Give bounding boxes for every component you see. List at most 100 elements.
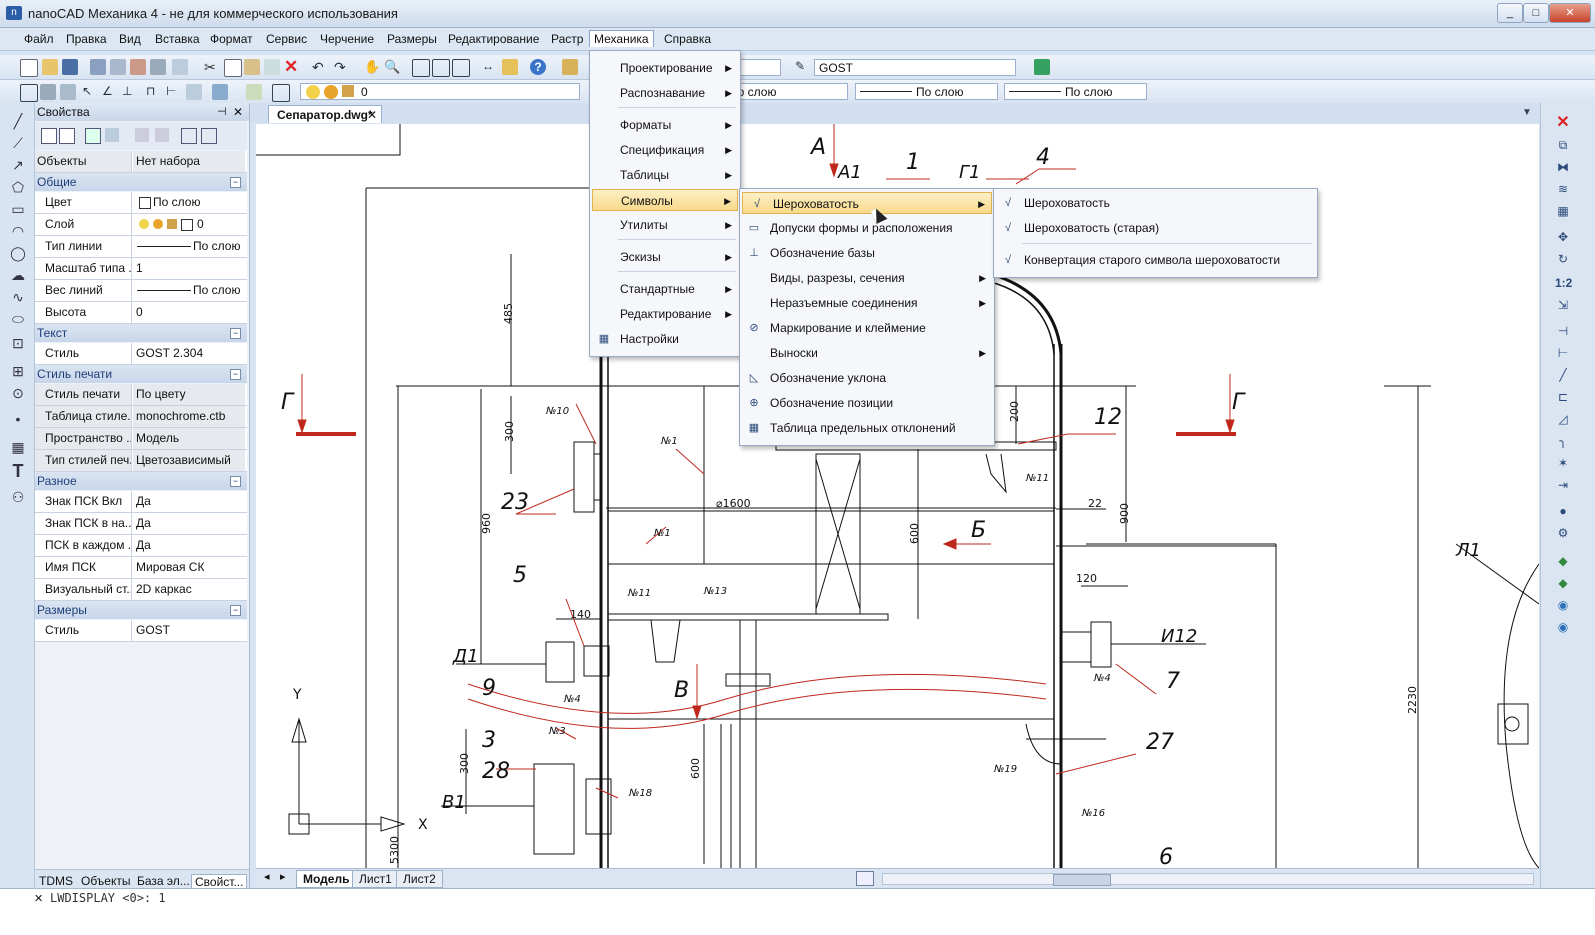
prop-row[interactable]: Тип стилей печ... Цветозависимый xyxy=(35,450,247,472)
layer-copy-icon[interactable] xyxy=(272,84,290,102)
tab-close-icon[interactable]: ✕ xyxy=(367,106,377,124)
quick-select-icon[interactable] xyxy=(85,128,101,144)
tab-sheet2[interactable]: Лист2 xyxy=(396,870,443,888)
join-icon[interactable]: ⊏ xyxy=(1555,389,1571,405)
menu-roughness[interactable]: √ Шероховатость ▶ xyxy=(742,192,992,214)
layer-props-icon[interactable] xyxy=(20,84,38,102)
prop-value[interactable]: 0 xyxy=(133,302,245,323)
prop-row[interactable]: Масштаб типа ... 1 xyxy=(35,258,247,280)
mirror-icon[interactable]: ⧓ xyxy=(1555,159,1571,175)
chamfer-icon[interactable]: ◿ xyxy=(1555,411,1571,427)
collapse-icon[interactable]: − xyxy=(230,177,241,188)
pin-icon[interactable]: ⊣ xyxy=(217,103,227,121)
globe-icon[interactable]: ◉ xyxy=(1555,597,1571,613)
tab-sheet1[interactable]: Лист1 xyxy=(352,870,399,888)
zoom-previous-icon[interactable] xyxy=(452,59,470,77)
prop-row[interactable]: Вес линий По слою xyxy=(35,280,247,302)
copy-object-icon[interactable]: ⧉ xyxy=(1555,137,1571,153)
menu-permanent-joints[interactable]: Неразъемные соединения ▶ xyxy=(740,292,992,314)
erase-icon[interactable]: ✕ xyxy=(1555,115,1571,131)
menu-file[interactable]: Файл xyxy=(20,31,58,47)
tab-next-icon[interactable]: ▸ xyxy=(280,870,286,883)
tab-tdms[interactable]: TDMS xyxy=(39,874,73,888)
menu-utilities[interactable]: Утилиты ▶ xyxy=(590,214,738,236)
break-icon[interactable]: ╱ xyxy=(1555,367,1571,383)
unisolate-icon[interactable]: ⊥ xyxy=(122,84,138,100)
rectangle-icon[interactable]: ▭ xyxy=(10,201,26,217)
menu-roughness-convert[interactable]: √ Конвертация старого символа шероховатос… xyxy=(994,249,1315,271)
cmdline-close-icon[interactable]: ✕ xyxy=(34,892,43,905)
menu-tables[interactable]: Таблицы ▶ xyxy=(590,164,738,186)
zoom-extents-icon[interactable] xyxy=(432,59,450,77)
layout-grid-icon[interactable] xyxy=(856,871,874,886)
menu-tolerances[interactable]: ▭ Допуски формы и расположения xyxy=(740,217,992,239)
menu-datum[interactable]: ⊥ Обозначение базы xyxy=(740,242,992,264)
layer-walk-icon[interactable] xyxy=(186,84,202,100)
category-misc[interactable]: Разное − xyxy=(35,472,247,490)
tabs-dropdown-icon[interactable]: ▼ xyxy=(1522,107,1532,118)
pan-icon[interactable]: ✋ xyxy=(364,59,380,75)
fillet-icon[interactable]: ╮ xyxy=(1555,433,1571,449)
menu-format[interactable]: Формат xyxy=(206,31,257,47)
menu-symbols[interactable]: Символы ▶ xyxy=(592,189,738,211)
color-dropdown[interactable]: По слою xyxy=(726,83,848,100)
prop-value[interactable]: По цвету xyxy=(133,384,245,405)
prop-value[interactable]: monochrome.ctb xyxy=(133,406,245,427)
menu-roughness-new[interactable]: √ Шероховатость xyxy=(994,192,1315,214)
extend-icon[interactable]: ⊢ xyxy=(1555,345,1571,361)
undo-icon[interactable]: ↶ xyxy=(312,59,328,75)
move-icon[interactable]: ✥ xyxy=(1555,229,1571,245)
export-icon[interactable] xyxy=(172,59,188,75)
menu-slope[interactable]: ◺ Обозначение уклона xyxy=(740,367,992,389)
delete-icon[interactable]: ✕ xyxy=(284,58,300,75)
prop-row[interactable]: Знак ПСК Вкл Да xyxy=(35,491,247,513)
offset-icon[interactable]: ≋ xyxy=(1555,181,1571,197)
menu-help[interactable]: Справка xyxy=(660,31,715,47)
match-layer-icon[interactable] xyxy=(212,84,228,100)
prop-value[interactable]: Мировая СК xyxy=(133,557,245,578)
toggle-pickadd-icon[interactable] xyxy=(59,128,75,144)
help-icon[interactable]: ? xyxy=(530,59,546,75)
panel-close-icon[interactable]: ✕ xyxy=(233,103,243,121)
menu-design[interactable]: Проектирование ▶ xyxy=(590,57,738,79)
scale-icon[interactable]: 1:2 xyxy=(1555,275,1572,291)
layer-prev-icon[interactable] xyxy=(60,84,76,100)
prop-row[interactable]: Стиль GOST xyxy=(35,620,247,642)
align-icon[interactable]: ⚙ xyxy=(1555,525,1571,541)
document-tab[interactable]: Сепаратор.dwg* ✕ xyxy=(268,105,382,123)
menu-position[interactable]: ⊕ Обозначение позиции xyxy=(740,392,992,414)
menu-views-sections[interactable]: Виды, разрезы, сечения ▶ xyxy=(740,267,992,289)
spline-icon[interactable]: ∿ xyxy=(10,289,26,305)
collapse-icon[interactable]: − xyxy=(230,605,241,616)
table-icon[interactable]: ▦ xyxy=(10,439,26,455)
prop-row[interactable]: ПСК в каждом ... Да xyxy=(35,535,247,557)
polyline-icon[interactable]: ⟋ xyxy=(10,135,26,151)
prop-value[interactable]: 1 xyxy=(133,258,245,279)
make-current-icon[interactable]: ↖ xyxy=(82,84,98,100)
mtext-icon[interactable]: ⚇ xyxy=(10,489,26,505)
trim-icon[interactable]: ⊣ xyxy=(1555,323,1571,339)
alphabetic-icon[interactable] xyxy=(201,128,217,144)
tool-icon[interactable] xyxy=(562,59,578,75)
ellipse-icon[interactable]: ⬭ xyxy=(10,311,26,327)
paste-icon[interactable] xyxy=(244,59,260,75)
menu-deviation-table[interactable]: ▦ Таблица предельных отклонений xyxy=(740,417,992,439)
categorize-icon[interactable] xyxy=(181,128,197,144)
prop-value[interactable]: Да xyxy=(133,535,245,556)
tab-library[interactable]: База эл... xyxy=(137,874,190,888)
menu-recognition[interactable]: Распознавание ▶ xyxy=(590,82,738,104)
category-print-style[interactable]: Стиль печати − xyxy=(35,365,247,383)
prop-row[interactable]: Имя ПСК Мировая СК xyxy=(35,557,247,579)
collapse-icon[interactable]: − xyxy=(230,369,241,380)
command-line[interactable]: ✕ LWDISPLAY <0>: 1 xyxy=(0,888,1595,935)
minimize-button[interactable]: _ xyxy=(1497,3,1523,23)
group-icon[interactable] xyxy=(155,128,169,142)
open-folder-icon[interactable] xyxy=(42,59,58,75)
menu-edit[interactable]: Правка xyxy=(62,31,111,47)
menu-sketches[interactable]: Эскизы ▶ xyxy=(590,246,738,268)
tab-prev-icon[interactable]: ◂ xyxy=(264,870,270,883)
horizontal-scrollbar[interactable] xyxy=(882,873,1534,886)
menu-marking[interactable]: ⊘ Маркирование и клеймение xyxy=(740,317,992,339)
match-prop-icon[interactable] xyxy=(264,59,280,75)
prop-value[interactable]: Модель xyxy=(133,428,245,449)
